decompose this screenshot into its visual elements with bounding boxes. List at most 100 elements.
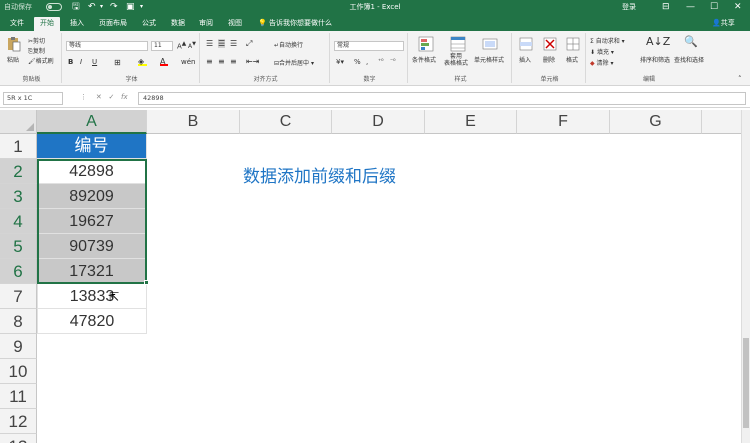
column-header-c[interactable]: C — [240, 110, 332, 134]
table-header-cell[interactable]: 编号 — [37, 134, 147, 159]
maximize-icon[interactable]: ☐ — [710, 1, 718, 13]
merge-center-button[interactable]: ⊟合并后居中 ▾ — [274, 58, 314, 67]
scrollbar-thumb[interactable] — [743, 338, 749, 428]
row-header[interactable]: 4 — [0, 209, 37, 234]
table-cell[interactable]: 13833 — [37, 284, 147, 309]
minimize-icon[interactable]: — — [686, 1, 695, 13]
table-cell[interactable]: 47820 — [37, 309, 147, 334]
tab-formulas[interactable]: 公式 — [136, 17, 162, 31]
row-header[interactable]: 12 — [0, 409, 37, 434]
row-header[interactable]: 13 — [0, 434, 37, 443]
align-top-icon[interactable]: ☰ — [206, 39, 213, 48]
tell-me-search[interactable]: 💡 告诉我你想要做什么 — [258, 17, 332, 29]
format-cells-icon[interactable] — [565, 36, 581, 52]
table-cell[interactable]: 19627 — [37, 209, 147, 234]
row-header[interactable]: 1 — [0, 134, 37, 159]
paste-button[interactable]: 粘贴 — [7, 55, 19, 64]
align-middle-icon[interactable]: ☰ — [218, 39, 226, 48]
table-format-button[interactable]: 套用 表格格式 — [444, 53, 468, 67]
table-format-icon[interactable] — [450, 36, 466, 52]
indent-icon[interactable]: ⇤⇥ — [246, 57, 259, 66]
row-header[interactable]: 3 — [0, 184, 37, 209]
bold-button[interactable]: B — [68, 58, 73, 66]
align-bottom-icon[interactable]: ☰ — [230, 39, 237, 48]
select-all-button[interactable] — [0, 110, 37, 134]
row-header[interactable]: 10 — [0, 359, 37, 384]
increase-decimal-icon[interactable]: ⁺⁰ — [378, 58, 384, 65]
table-cell[interactable]: 42898 — [37, 159, 147, 184]
row-header[interactable]: 8 — [0, 309, 37, 334]
cancel-icon[interactable]: ✕ — [96, 93, 102, 101]
comma-button[interactable]: , — [366, 58, 368, 66]
wrap-text-button[interactable]: ↵自动换行 — [274, 40, 303, 49]
column-header-g[interactable]: G — [610, 110, 702, 134]
column-header-a[interactable]: A — [37, 110, 147, 134]
formula-input[interactable]: 42898 — [138, 92, 746, 105]
orientation-icon[interactable]: ⤢ — [246, 39, 252, 49]
column-header-b[interactable]: B — [147, 110, 240, 134]
tab-file[interactable]: 文件 — [4, 17, 30, 31]
column-header-f[interactable]: F — [517, 110, 610, 134]
cell-styles-button[interactable]: 单元格样式 — [474, 55, 504, 64]
table-cell[interactable]: 17321 — [37, 259, 147, 284]
delete-cells-icon[interactable] — [542, 36, 558, 52]
row-header[interactable]: 5 — [0, 234, 37, 259]
table-cell[interactable]: 89209 — [37, 184, 147, 209]
clear-button[interactable]: ◆ 清除 ▾ — [590, 58, 613, 67]
insert-cells-icon[interactable] — [518, 36, 534, 52]
login-link[interactable]: 登录 — [622, 2, 636, 12]
share-button[interactable]: 👤共享 — [712, 17, 735, 29]
name-box[interactable]: 5R x 1C — [3, 92, 63, 105]
row-header[interactable]: 7 — [0, 284, 37, 309]
sort-filter-button[interactable]: 排序和筛选 — [640, 55, 670, 64]
ribbon-display-icon[interactable]: ⊟ — [662, 1, 670, 13]
find-select-button[interactable]: 查找和选择 — [674, 55, 704, 64]
conditional-format-button[interactable]: 条件格式 — [412, 55, 436, 64]
fill-handle[interactable] — [144, 280, 149, 285]
format-painter-button[interactable]: 🖌格式刷 — [28, 56, 54, 65]
collapse-ribbon-icon[interactable]: ˄ — [738, 75, 742, 83]
paste-icon[interactable] — [6, 36, 22, 52]
table-cell[interactable]: 90739 — [37, 234, 147, 259]
autosum-button[interactable]: Σ 自动求和 ▾ — [590, 36, 625, 45]
find-icon[interactable]: 🔍 — [684, 35, 698, 48]
tab-home[interactable]: 开始 — [34, 17, 60, 31]
font-color-icon[interactable]: A — [160, 57, 168, 66]
vertical-scrollbar[interactable] — [741, 110, 750, 443]
phonetic-icon[interactable]: wén — [181, 58, 195, 66]
tab-data[interactable]: 数据 — [165, 17, 191, 31]
row-header[interactable]: 6 — [0, 259, 37, 284]
sort-filter-icon[interactable]: A↓Z — [646, 35, 670, 48]
row-header[interactable]: 9 — [0, 334, 37, 359]
copy-button[interactable]: ⎘复制 — [28, 46, 45, 56]
cell-styles-icon[interactable] — [482, 36, 498, 52]
tab-view[interactable]: 视图 — [222, 17, 248, 31]
column-header-e[interactable]: E — [425, 110, 517, 134]
delete-cells-button[interactable]: 删除 — [543, 55, 555, 64]
format-cells-button[interactable]: 格式 — [566, 55, 578, 64]
border-icon[interactable]: ⊞ — [114, 58, 121, 67]
decrease-decimal-icon[interactable]: ⁻⁰ — [390, 58, 396, 65]
conditional-format-icon[interactable] — [418, 36, 434, 52]
fill-color-icon[interactable]: ◈ — [138, 57, 147, 66]
font-size-select[interactable]: 11 — [151, 41, 173, 51]
tab-review[interactable]: 审阅 — [193, 17, 219, 31]
cut-button[interactable]: ✂剪切 — [28, 36, 45, 45]
currency-icon[interactable]: ¥▾ — [336, 58, 344, 66]
font-name-select[interactable]: 等线 — [66, 41, 148, 51]
row-header[interactable]: 11 — [0, 384, 37, 409]
column-header-d[interactable]: D — [332, 110, 425, 134]
grow-font-icon[interactable]: A▲ — [177, 41, 186, 50]
fill-button[interactable]: ⬇ 填充 ▾ — [590, 47, 614, 56]
insert-cells-button[interactable]: 插入 — [519, 55, 531, 64]
enter-icon[interactable]: ✓ — [108, 93, 114, 101]
italic-button[interactable]: I — [80, 58, 82, 66]
align-center-icon[interactable]: ≡ — [218, 57, 225, 66]
close-icon[interactable]: ✕ — [734, 1, 742, 13]
row-header[interactable]: 2 — [0, 159, 37, 184]
tab-insert[interactable]: 插入 — [64, 17, 90, 31]
underline-button[interactable]: U — [92, 58, 97, 66]
tab-page-layout[interactable]: 页面布局 — [93, 17, 133, 31]
number-format-select[interactable]: 常规 — [334, 41, 404, 51]
shrink-font-icon[interactable]: A▼ — [188, 41, 196, 50]
